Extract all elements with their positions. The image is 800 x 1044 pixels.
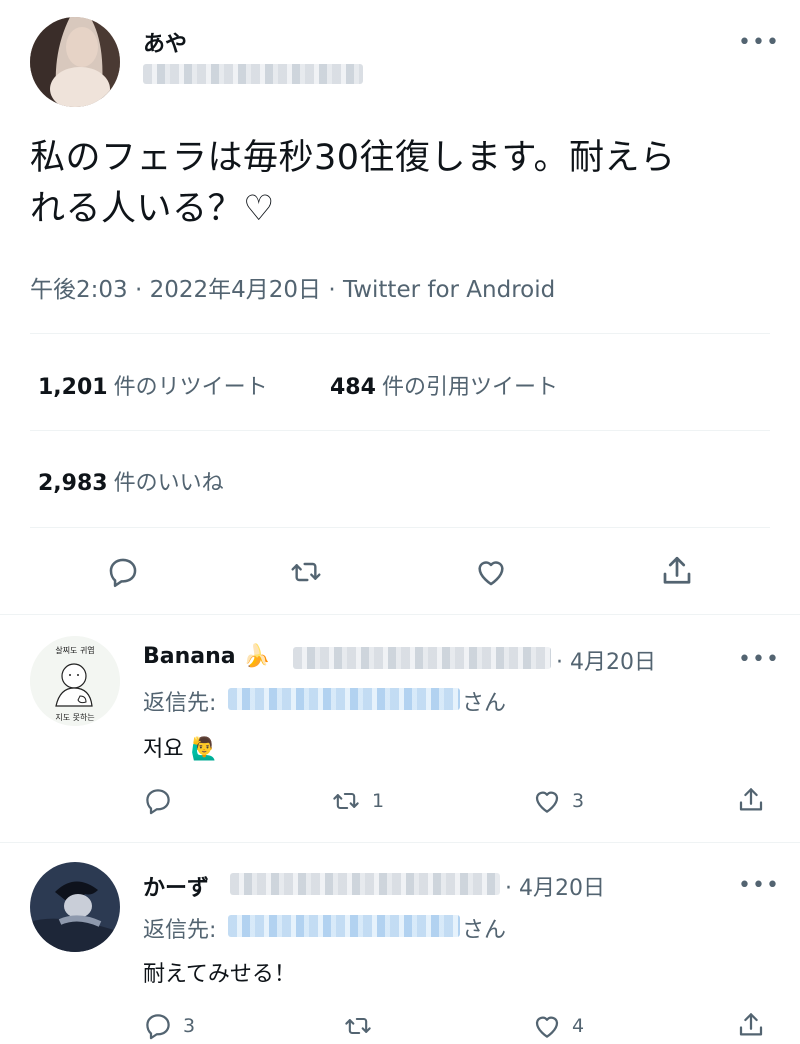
- reply-text: 저요 🙋‍♂️: [143, 731, 218, 763]
- share-button[interactable]: [736, 785, 766, 815]
- reply-to-handle-redacted[interactable]: [228, 688, 460, 710]
- like-icon: [535, 791, 559, 813]
- more-icon[interactable]: •••: [738, 875, 780, 897]
- quotes-label: 件の引用ツイート: [381, 375, 558, 400]
- reply-date-text: 4月20日: [570, 650, 656, 675]
- likes-stat[interactable]: 2,983 件のいいね: [38, 465, 224, 497]
- author-display-name[interactable]: あや: [143, 26, 187, 58]
- reply-date[interactable]: · 4月20日: [505, 870, 605, 902]
- reply-text: 耐えてみせる！: [143, 962, 296, 987]
- like-icon: [535, 1016, 559, 1038]
- like-count: 4: [572, 1015, 585, 1037]
- reply-to-label: 返信先:: [143, 691, 217, 716]
- like-button[interactable]: 3: [532, 786, 584, 816]
- reply-to-label: 返信先:: [143, 918, 217, 943]
- tweet-meta: 午後2:03 · 2022年4月20日 · Twitter for Androi…: [30, 270, 555, 304]
- retweets-label: 件のリツイート: [113, 375, 268, 400]
- reply-to-line: 返信先:: [143, 912, 216, 944]
- retweet-button[interactable]: [342, 1012, 384, 1040]
- likes-label: 件のいいね: [113, 471, 224, 496]
- quotes-count: 484: [330, 375, 376, 400]
- like-button[interactable]: 4: [532, 1011, 584, 1041]
- like-icon: [478, 561, 504, 586]
- meta-separator: ·: [505, 876, 512, 901]
- reply-text-body: 저요: [143, 737, 184, 762]
- avatar-text-top: 살찌도 귀엽: [55, 645, 94, 655]
- share-icon: [739, 1013, 763, 1036]
- meta-separator: ·: [328, 277, 336, 303]
- divider: [0, 842, 800, 843]
- reply-handle-redacted: [293, 647, 551, 669]
- reply-display-name[interactable]: かーず: [143, 870, 209, 902]
- more-icon[interactable]: •••: [738, 32, 780, 54]
- banana-emoji: 🍌: [243, 644, 271, 669]
- tweet-text-line-1: 私のフェラは毎秒30往復します。耐えら: [30, 138, 676, 178]
- retweet-icon: [291, 562, 321, 582]
- retweet-icon: [333, 792, 359, 810]
- raising-hand-emoji: 🙋‍♂️: [190, 737, 218, 762]
- like-count: 3: [572, 790, 585, 812]
- meta-separator: ·: [556, 650, 563, 675]
- reply-date-text: 4月20日: [519, 876, 605, 901]
- tweet-time[interactable]: 午後2:03: [30, 277, 128, 303]
- tweet-date[interactable]: 2022年4月20日: [150, 277, 321, 303]
- retweet-button[interactable]: [288, 556, 324, 588]
- reply-avatar[interactable]: [30, 862, 120, 952]
- reply-icon: [146, 1014, 170, 1040]
- reply-count: 3: [183, 1015, 196, 1037]
- tweet-text-line-2: れる人いる？♡: [30, 189, 275, 229]
- retweet-count: 1: [372, 790, 385, 812]
- share-icon: [663, 556, 691, 584]
- divider: [30, 527, 770, 528]
- quotes-stat[interactable]: 484 件の引用ツイート: [330, 369, 558, 401]
- share-icon: [739, 788, 763, 811]
- divider: [30, 333, 770, 334]
- reply-avatar[interactable]: 살찌도 귀엽 지도 못하는: [30, 636, 120, 726]
- reply-icon: [109, 558, 137, 588]
- divider: [0, 614, 800, 615]
- reply-name-text: Banana: [143, 644, 236, 669]
- reply-button[interactable]: [106, 555, 140, 589]
- reply-to-handle-redacted[interactable]: [228, 915, 460, 937]
- reply-to-suffix: さん: [462, 691, 507, 716]
- reply-handle-redacted: [230, 873, 500, 895]
- retweet-button[interactable]: 1: [330, 787, 384, 815]
- reply-to-line: 返信先:: [143, 685, 216, 717]
- author-avatar[interactable]: [30, 17, 120, 107]
- tweet-source[interactable]: Twitter for Android: [343, 277, 555, 303]
- reply-to-suffix: さん: [462, 918, 507, 943]
- reply-icon: [146, 789, 170, 815]
- reply-button[interactable]: 3: [143, 1011, 195, 1041]
- author-handle-redacted: [143, 64, 363, 84]
- tweet-text: 私のフェラは毎秒30往復します。耐えら れる人いる？♡: [30, 133, 770, 235]
- reply-date[interactable]: · 4月20日: [556, 644, 656, 676]
- more-icon[interactable]: •••: [738, 649, 780, 671]
- share-button[interactable]: [659, 553, 695, 589]
- avatar-text-bottom: 지도 못하는: [55, 712, 94, 722]
- retweet-icon: [345, 1017, 371, 1035]
- meta-separator: ·: [134, 277, 143, 303]
- share-button[interactable]: [736, 1010, 766, 1040]
- likes-count: 2,983: [38, 471, 108, 496]
- divider: [30, 430, 770, 431]
- retweets-count: 1,201: [38, 375, 108, 400]
- retweets-stat[interactable]: 1,201 件のリツイート: [38, 369, 268, 401]
- like-button[interactable]: [473, 555, 509, 589]
- reply-button[interactable]: [143, 786, 183, 816]
- reply-display-name[interactable]: Banana 🍌: [143, 644, 271, 669]
